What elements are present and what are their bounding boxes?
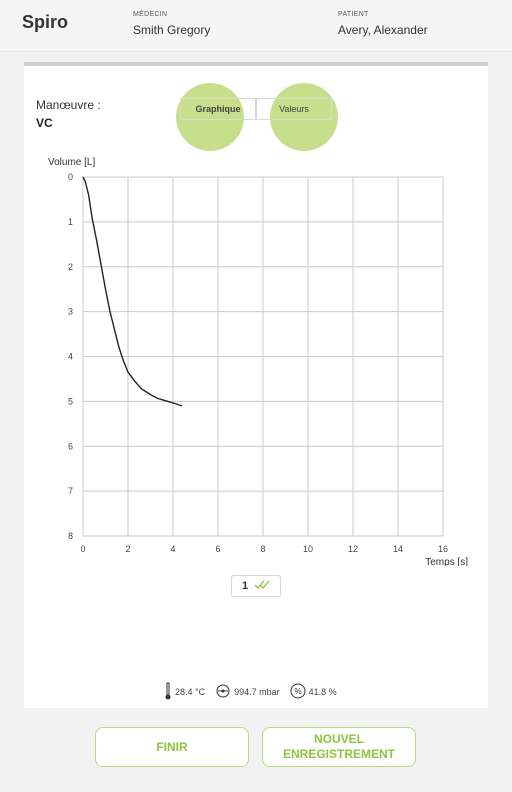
humidity-readout: % 41.8 % xyxy=(290,683,337,701)
temperature-value: 28.4 °C xyxy=(175,687,206,697)
x-tick-label: 4 xyxy=(170,544,175,554)
measurement-card: Manœuvre : VC Graphique Valeurs 0 2 4 6 8 10 1… xyxy=(24,62,488,708)
humidity-value: 41.8 % xyxy=(308,687,337,697)
finish-button-label: FINIR xyxy=(156,739,188,754)
x-tick-label: 10 xyxy=(303,544,313,554)
y-tick-label: 8 xyxy=(68,531,73,541)
x-tick-label: 14 xyxy=(393,544,403,554)
chart-series xyxy=(82,176,183,407)
volume-curve xyxy=(82,176,183,407)
recording-badge[interactable]: 1 xyxy=(231,575,281,597)
volume-time-chart: 0 2 4 6 8 10 12 14 16012345678 Volume [L] Temps … xyxy=(48,157,468,566)
new-recording-label-line1: NOUVEL xyxy=(313,732,364,746)
y-tick-label: 4 xyxy=(68,352,73,362)
x-tick-label: 16 xyxy=(438,544,448,554)
recording-number: 1 xyxy=(241,580,249,592)
patient-name: Avery, Alexander xyxy=(338,23,428,37)
new-recording-label-line2: ENREGISTREMENT xyxy=(282,747,395,761)
x-tick-label: 12 xyxy=(348,544,358,554)
y-tick-label: 3 xyxy=(68,307,73,317)
y-axis-label: Volume [L] xyxy=(48,157,95,168)
finish-button[interactable]: FINIR xyxy=(95,727,249,767)
x-tick-label: 0 xyxy=(80,544,85,554)
humidity-icon: % xyxy=(290,683,309,701)
y-tick-label: 1 xyxy=(68,217,73,227)
pressure-value: 994.7 mbar xyxy=(234,687,280,697)
double-check-icon xyxy=(254,580,270,592)
pressure-readout: 994.7 mbar xyxy=(215,684,280,700)
thermometer-icon xyxy=(164,682,175,702)
app-title: Spiro xyxy=(22,12,69,32)
y-tick-label: 7 xyxy=(68,486,73,496)
svg-text:%: % xyxy=(294,687,301,696)
pressure-icon xyxy=(215,684,234,700)
x-tick-label: 6 xyxy=(215,544,220,554)
new-recording-button[interactable]: NOUVEL ENREGISTREMENT xyxy=(262,727,416,767)
patient-caption: PATIENT xyxy=(338,11,369,18)
chart-grid xyxy=(82,176,444,537)
doctor-caption: MÉDECIN xyxy=(133,11,168,18)
y-tick-label: 5 xyxy=(68,396,73,406)
y-tick-label: 2 xyxy=(68,262,73,272)
x-tick-label: 8 xyxy=(260,544,265,554)
x-axis-label: Temps [s] xyxy=(425,557,468,566)
temperature-readout: 28.4 °C xyxy=(164,682,205,702)
app-header: Spiro MÉDECIN Smith Gregory PATIENT Aver… xyxy=(0,0,512,52)
doctor-name: Smith Gregory xyxy=(133,23,211,37)
environment-conditions: 28.4 °C 994.7 mbar % 41.8 % xyxy=(164,682,347,702)
y-tick-label: 0 xyxy=(68,172,73,182)
x-tick-label: 2 xyxy=(125,544,130,554)
y-tick-label: 6 xyxy=(68,441,73,451)
